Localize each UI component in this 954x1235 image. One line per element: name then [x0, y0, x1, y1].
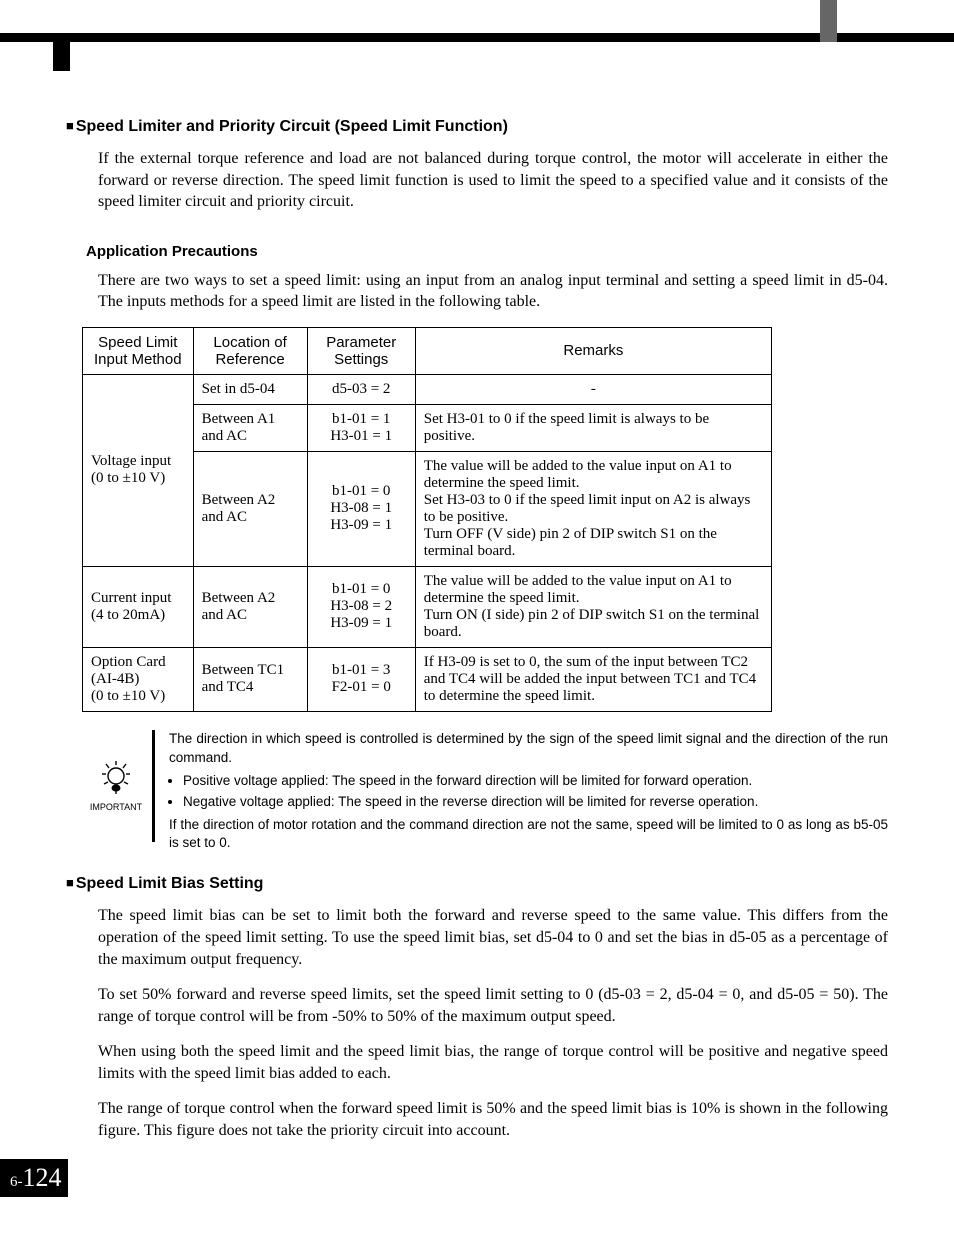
section-heading-bias: ■Speed Limit Bias Setting: [66, 875, 888, 893]
cell-param: b1-01 = 3 F2-01 = 0: [307, 647, 415, 711]
section2-p2: To set 50% forward and reverse speed lim…: [98, 984, 888, 1027]
subheading-precautions: Application Precautions: [86, 243, 888, 260]
important-bullet1: Positive voltage applied: The speed in t…: [183, 772, 888, 791]
cell-location: Set in d5-04: [193, 374, 307, 404]
th-param: Parameter Settings: [307, 327, 415, 374]
section2-p1: The speed limit bias can be set to limit…: [98, 905, 888, 970]
table-row: Current input (4 to 20mA)Between A2 and …: [83, 566, 772, 647]
important-bullet2: Negative voltage applied: The speed in t…: [183, 793, 888, 812]
cell-param: d5-03 = 2: [307, 374, 415, 404]
important-note: IMPORTANT The direction in which speed i…: [88, 730, 888, 853]
cell-remarks: The value will be added to the value inp…: [415, 566, 771, 647]
page-number-prefix: 6-: [10, 1174, 23, 1190]
cell-location: Between A2 and AC: [193, 566, 307, 647]
cell-location: Between TC1 and TC4: [193, 647, 307, 711]
cell-param: b1-01 = 0 H3-08 = 2 H3-09 = 1: [307, 566, 415, 647]
header-rule: [0, 33, 954, 42]
important-icon: IMPORTANT: [88, 730, 155, 842]
cell-method: Current input (4 to 20mA): [83, 566, 194, 647]
cell-method: Option Card (AI-4B) (0 to ±10 V): [83, 647, 194, 711]
cell-remarks: Set H3-01 to 0 if the speed limit is alw…: [415, 404, 771, 451]
cell-method: Voltage input (0 to ±10 V): [83, 374, 194, 566]
section1-intro: If the external torque reference and loa…: [98, 148, 888, 213]
cell-location: Between A1 and AC: [193, 404, 307, 451]
section2-p3: When using both the speed limit and the …: [98, 1041, 888, 1084]
important-line1: The direction in which speed is controll…: [169, 731, 888, 765]
important-label: IMPORTANT: [90, 802, 142, 812]
page-number: 6-124: [0, 1159, 68, 1197]
cell-remarks: -: [415, 374, 771, 404]
section2-p4: The range of torque control when the for…: [98, 1098, 888, 1141]
section-heading-text: Speed Limiter and Priority Circuit (Spee…: [76, 118, 508, 135]
lightbulb-icon: [98, 760, 134, 796]
table-row: Option Card (AI-4B) (0 to ±10 V)Between …: [83, 647, 772, 711]
section-heading-speed-limiter: ■Speed Limiter and Priority Circuit (Spe…: [66, 118, 888, 136]
cell-remarks: The value will be added to the value inp…: [415, 451, 771, 566]
speed-limit-table: Speed Limit Input Method Location of Ref…: [82, 327, 772, 712]
cell-location: Between A2 and AC: [193, 451, 307, 566]
th-method: Speed Limit Input Method: [83, 327, 194, 374]
important-line2: If the direction of motor rotation and t…: [169, 817, 888, 851]
cell-remarks: If H3-09 is set to 0, the sum of the inp…: [415, 647, 771, 711]
precautions-intro: There are two ways to set a speed limit:…: [98, 270, 888, 313]
cell-param: b1-01 = 1 H3-01 = 1: [307, 404, 415, 451]
page-number-value: 124: [23, 1163, 62, 1192]
th-remarks: Remarks: [415, 327, 771, 374]
cell-param: b1-01 = 0 H3-08 = 1 H3-09 = 1: [307, 451, 415, 566]
table-row: Voltage input (0 to ±10 V)Set in d5-04d5…: [83, 374, 772, 404]
section-heading-text: Speed Limit Bias Setting: [76, 875, 264, 892]
th-location: Location of Reference: [193, 327, 307, 374]
